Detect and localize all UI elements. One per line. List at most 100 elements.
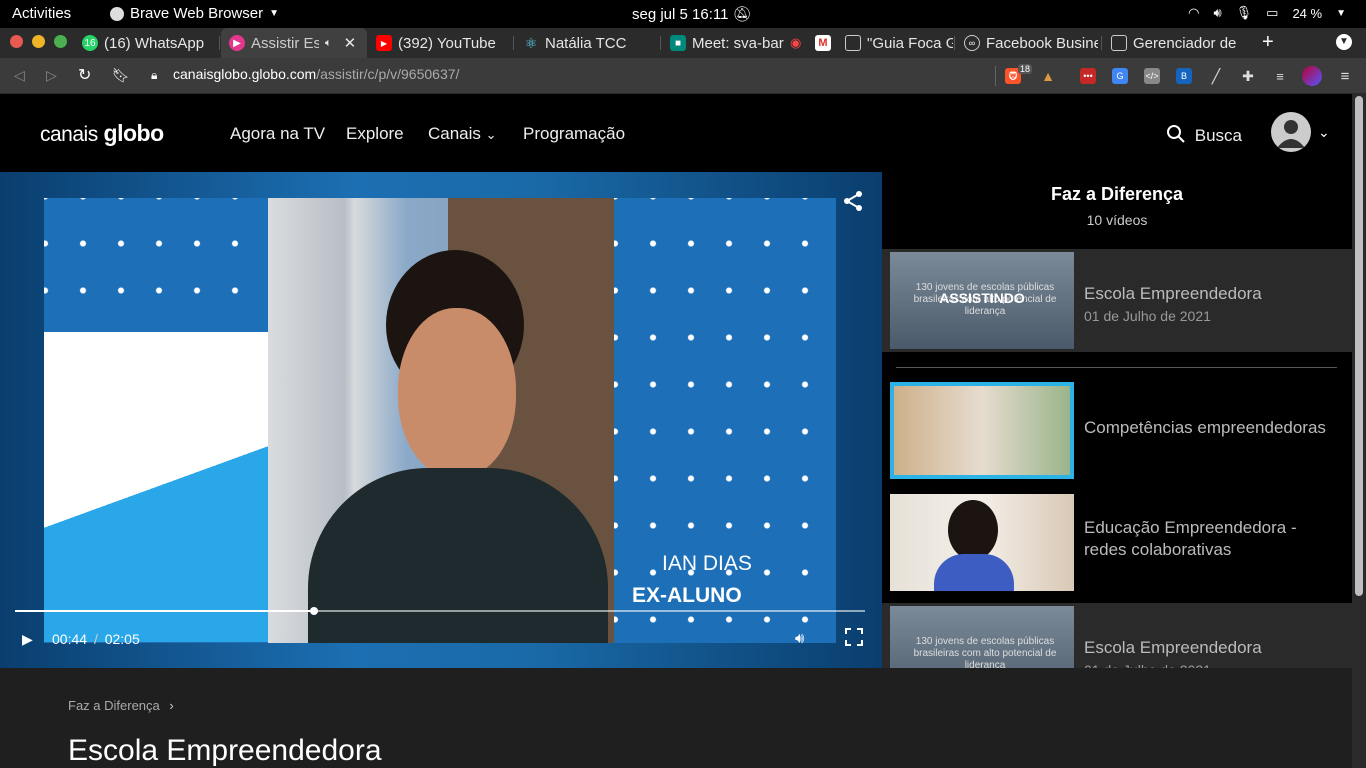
url-domain: canaisglobo.globo.com <box>173 66 317 82</box>
lower-third-role: EX-ALUNO <box>632 584 742 607</box>
whatsapp-icon: 16 <box>82 35 98 51</box>
recording-icon: ◉ <box>790 35 802 50</box>
tab-label: (16) WhatsApp <box>104 34 205 52</box>
scrollbar-thumb[interactable] <box>1355 96 1363 596</box>
website: canais globo Agora na TV Explore Canais … <box>0 94 1352 768</box>
fullscreen-button[interactable] <box>845 628 863 651</box>
playlist-item[interactable]: 130 jovens de escolas públicas brasileir… <box>882 249 1352 352</box>
watching-badge: ASSISTINDO <box>939 290 1025 306</box>
profile-avatar[interactable] <box>1302 66 1322 86</box>
reload-button[interactable]: ↻ <box>78 65 91 85</box>
video-player[interactable]: IAN DIAS EX-ALUNO ▶ 00:44 / 02:05 🔊︎ <box>0 172 882 668</box>
item-date: 01 de Julho de 2021 <box>1084 308 1211 324</box>
duration: 02:05 <box>104 631 140 647</box>
user-avatar[interactable] <box>1271 112 1311 152</box>
pen-icon[interactable]: ╱ <box>1208 68 1224 84</box>
tab-label: Natália TCC <box>545 34 627 52</box>
tab-facebook-business[interactable]: ∞ Facebook Busine <box>956 28 1102 58</box>
lock-icon: 🔒︎ <box>151 68 158 82</box>
address-field[interactable]: canaisglobo.globo.com/assistir/c/p/v/965… <box>173 66 459 82</box>
lower-third-name: IAN DIAS <box>662 552 752 575</box>
system-tray[interactable]: ◠ 🔊︎ 🎙︎ ▭ 24 % ▼ <box>1188 5 1346 21</box>
extension-dots-icon[interactable]: ••• <box>1080 68 1096 84</box>
share-button[interactable] <box>842 190 864 217</box>
scrollbar[interactable] <box>1352 94 1366 768</box>
tab-list-chevron-icon[interactable]: ▼ <box>1336 34 1352 50</box>
menu-icon[interactable]: ≡ <box>1337 68 1353 85</box>
speaker-icon[interactable]: 🔈︎ <box>325 37 332 50</box>
user-menu-chevron-icon[interactable]: ⌄ <box>1318 124 1330 141</box>
app-menu[interactable]: Brave Web Browser ▼ <box>110 5 279 22</box>
tab-label: Gerenciador de <box>1133 34 1237 52</box>
chevron-right-icon: › <box>169 698 174 713</box>
tab-natalia[interactable]: ⚛ Natália TCC <box>515 28 661 58</box>
logo-light: canais <box>40 123 98 146</box>
brave-rewards-icon[interactable]: ▲ <box>1040 68 1056 84</box>
bookmark-button[interactable]: 🔖︎ <box>112 67 130 84</box>
video-thumbnail <box>890 494 1074 591</box>
puzzle-icon[interactable]: ✚ <box>1240 68 1256 84</box>
wifi-icon: ◠ <box>1188 5 1200 20</box>
extension-b-icon[interactable]: B <box>1176 68 1192 84</box>
close-tab-icon[interactable]: ✕ <box>344 34 357 52</box>
tab-whatsapp[interactable]: 16 (16) WhatsApp <box>74 28 220 58</box>
item-date: 01 de Julho de 2021 <box>1084 659 1211 668</box>
document-icon <box>845 35 861 51</box>
tab-meet[interactable]: ■ Meet: sva-bar ◉ <box>662 28 808 58</box>
thumbnail-text: 130 jovens de escolas públicas brasileir… <box>913 636 1057 668</box>
nav-canais[interactable]: Canais ⌄ <box>428 124 497 144</box>
react-icon: ⚛ <box>524 34 538 51</box>
site-logo[interactable]: canais globo <box>40 120 164 147</box>
gmail-icon: M <box>815 35 831 51</box>
meta-icon: ∞ <box>964 35 980 51</box>
tab-youtube[interactable]: ▶ (392) YouTube <box>368 28 514 58</box>
back-button[interactable]: ◁ <box>14 67 25 84</box>
video-thumbnail: 130 jovens de escolas públicas brasileir… <box>890 606 1074 668</box>
current-time: 00:44 <box>52 631 88 647</box>
meet-icon: ■ <box>670 35 686 51</box>
search-icon <box>1167 125 1185 143</box>
forward-button[interactable]: ▷ <box>46 67 57 84</box>
bell-off-icon: 🔕︎ <box>732 6 752 23</box>
nav-programacao[interactable]: Programação <box>523 124 625 144</box>
chevron-down-icon: ⌄ <box>485 127 497 142</box>
breadcrumb[interactable]: Faz a Diferença › <box>68 698 174 713</box>
tab-gmail[interactable]: M <box>809 28 837 58</box>
speaker-video <box>268 198 614 643</box>
item-title: Educação Empreendedora - redes colaborat… <box>1084 518 1297 559</box>
time-display: 00:44 / 02:05 <box>52 631 140 647</box>
tab-gerenciador[interactable]: Gerenciador de <box>1103 28 1249 58</box>
search-button[interactable]: Busca <box>1166 124 1242 146</box>
playlist-panel: Faz a Diferença 10 vídeos 130 jovens de … <box>882 172 1352 668</box>
printer-icon <box>1111 35 1127 51</box>
playlist-item[interactable]: Competências empreendedoras <box>882 379 1352 482</box>
tab-assistir[interactable]: ▶ Assistir Es 🔈︎ ✕ <box>221 28 367 58</box>
video-thumbnail: 130 jovens de escolas públicas brasileir… <box>890 252 1074 349</box>
tab-strip: 16 (16) WhatsApp ▶ Assistir Es 🔈︎ ✕ ▶ (3… <box>0 28 1366 58</box>
logo-bold: globo <box>103 120 165 146</box>
tab-guia-foca[interactable]: "Guia Foca G <box>837 28 955 58</box>
playlist-item[interactable]: Educação Empreendedora - redes colaborat… <box>882 491 1352 594</box>
code-icon[interactable]: </> <box>1144 68 1160 84</box>
item-title: Escola Empreendedora <box>1084 284 1262 303</box>
page-title: Escola Empreendedora <box>68 734 382 767</box>
volume-button[interactable]: 🔊︎ <box>795 630 804 647</box>
progress-track[interactable] <box>15 607 865 615</box>
translate-icon[interactable]: G <box>1112 68 1128 84</box>
maximize-window-button[interactable] <box>54 35 67 48</box>
new-tab-button[interactable]: + <box>1262 31 1274 54</box>
brave-lion-icon <box>110 6 124 21</box>
nav-agora-na-tv[interactable]: Agora na TV <box>230 124 325 144</box>
playlist-item[interactable]: 130 jovens de escolas públicas brasileir… <box>882 603 1352 668</box>
close-window-button[interactable] <box>10 35 23 48</box>
activities-button[interactable]: Activities <box>12 5 71 22</box>
clock[interactable]: seg jul 5 16:11 🔕︎ <box>632 5 752 23</box>
caret-down-icon: ▼ <box>269 8 280 19</box>
play-button[interactable]: ▶ <box>22 631 33 648</box>
nav-explore[interactable]: Explore <box>346 124 404 144</box>
playlist-icon[interactable]: ≡ <box>1272 68 1288 84</box>
app-name: Brave Web Browser <box>130 5 264 22</box>
youtube-icon: ▶ <box>376 35 392 51</box>
tab-label: Assistir Es <box>251 34 319 52</box>
minimize-window-button[interactable] <box>32 35 45 48</box>
